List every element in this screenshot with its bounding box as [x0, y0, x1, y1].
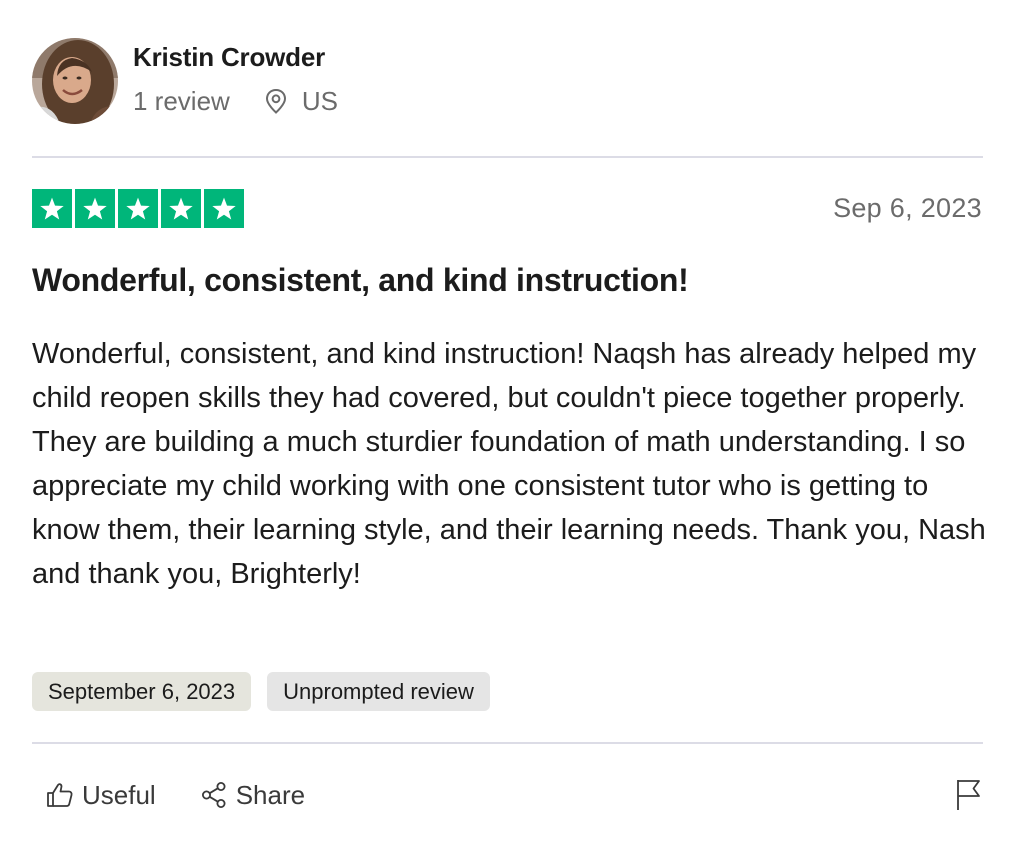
divider	[32, 742, 983, 744]
avatar[interactable]	[32, 38, 118, 124]
location-label: US	[301, 85, 338, 116]
star-icon	[75, 189, 115, 228]
star-icon	[32, 189, 72, 228]
review-count: 1 review	[133, 85, 230, 116]
review-date: Sep 6, 2023	[833, 193, 982, 223]
divider	[32, 156, 983, 158]
review-title: Wonderful, consistent, and kind instruct…	[32, 262, 689, 298]
review-type-tag[interactable]: Unprompted review	[267, 672, 490, 711]
reviewer-location: US	[262, 86, 338, 117]
experience-date-tag[interactable]: September 6, 2023	[32, 672, 252, 711]
star-icon	[161, 189, 201, 228]
review-body: Wonderful, consistent, and kind instruct…	[32, 338, 986, 590]
reviewer-name[interactable]: Kristin Crowder	[133, 40, 325, 74]
reviewer-meta: 1 review US	[133, 84, 338, 118]
star-icon	[204, 189, 244, 228]
share-icon	[198, 779, 230, 811]
review-actions: Useful Share	[44, 775, 305, 815]
thumbs-up-icon	[44, 779, 76, 811]
report-button[interactable]	[950, 776, 986, 812]
location-pin-icon	[262, 87, 290, 115]
review-card: Kristin Crowder 1 review US Sep 6, 2023 …	[0, 0, 1024, 844]
review-tags: September 6, 2023 Unprompted review	[32, 672, 490, 711]
share-button[interactable]: Share	[198, 779, 305, 811]
avatar-image	[32, 38, 118, 124]
star-icon	[118, 189, 158, 228]
useful-label: Useful	[82, 779, 156, 810]
share-label: Share	[235, 779, 306, 810]
flag-icon	[952, 777, 984, 811]
useful-button[interactable]: Useful	[44, 779, 156, 811]
star-rating	[32, 189, 244, 228]
